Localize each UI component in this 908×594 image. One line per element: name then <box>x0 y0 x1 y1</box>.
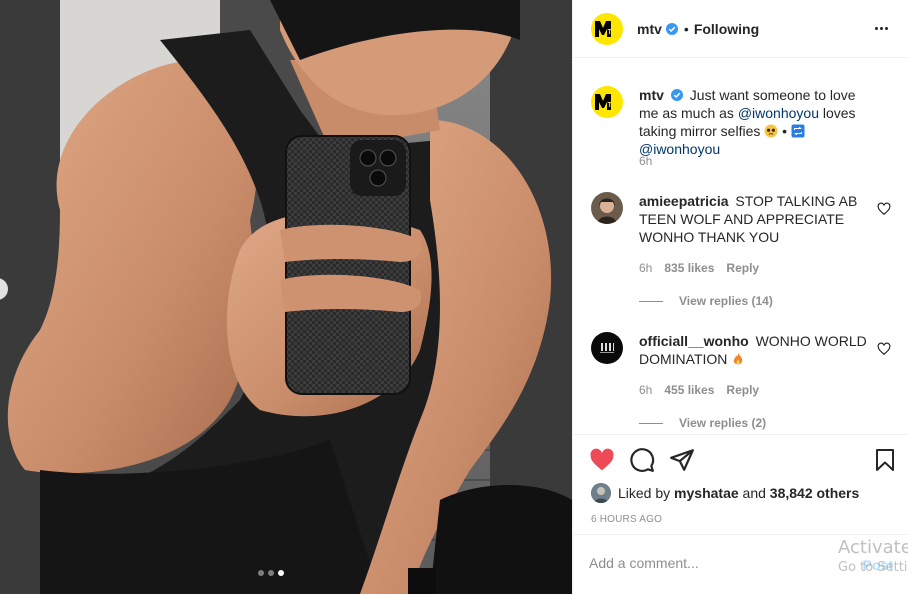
action-icons <box>589 447 695 473</box>
avatar-image <box>591 332 623 364</box>
repost-icon <box>791 124 805 138</box>
post-header: TV mtv • Following <box>573 0 908 58</box>
svg-text:TV: TV <box>608 102 617 109</box>
commenter-avatar[interactable] <box>591 192 623 224</box>
caption-bullet: • <box>782 123 788 139</box>
comment-likes-count[interactable]: 455 likes <box>664 383 714 397</box>
carousel-dot <box>268 570 274 576</box>
mtv-avatar[interactable]: TV <box>591 12 623 45</box>
following-button[interactable]: Following <box>694 21 759 37</box>
svg-text:TV: TV <box>608 29 617 36</box>
carousel-dot-active <box>278 570 284 576</box>
caption-text: mtv Just want someone to love me as much… <box>639 86 871 158</box>
paper-plane-icon[interactable] <box>669 447 695 473</box>
avatar-image <box>591 192 623 224</box>
comment-likes-count[interactable]: 835 likes <box>664 261 714 275</box>
carousel-dot <box>258 570 264 576</box>
watermark-line-2: Go to Setti <box>838 560 908 575</box>
commenter-avatar[interactable] <box>591 332 623 364</box>
replies-divider <box>639 422 663 424</box>
mtv-logo-icon: TV <box>595 20 617 37</box>
comment-meta: 6h 455 likes Reply <box>639 383 759 397</box>
view-replies-button[interactable]: View replies (14) <box>639 294 773 308</box>
caption-mention-link[interactable]: @iwonhoyou <box>738 105 819 121</box>
post-actions: Liked by myshatae and 38,842 others 6 HO… <box>573 434 908 534</box>
caption-avatar[interactable]: TV <box>591 86 623 118</box>
comment-username[interactable]: amieepatricia <box>639 193 729 209</box>
caption-meta: 6h <box>639 154 652 168</box>
liker-username[interactable]: myshatae <box>674 485 739 501</box>
caption-username[interactable]: mtv <box>639 87 664 103</box>
comment-text: officiall__wonho WONHO WORLD DOMINATION <box>639 332 871 368</box>
bookmark-icon <box>876 449 894 471</box>
caption-time[interactable]: 6h <box>639 154 652 168</box>
liker-avatar[interactable] <box>591 483 611 503</box>
more-options-icon[interactable] <box>875 20 891 36</box>
avatar-image <box>591 483 611 503</box>
likes-others-count[interactable]: 38,842 others <box>770 485 860 501</box>
replies-divider <box>639 300 663 302</box>
comment-time[interactable]: 6h <box>639 383 652 397</box>
likes-and: and <box>742 485 766 501</box>
header-separator: • <box>683 20 689 37</box>
comment-text: amieepatricia STOP TALKING AB TEEN WOLF … <box>639 192 871 246</box>
comment-username[interactable]: officiall__wonho <box>639 333 749 349</box>
post-timestamp[interactable]: 6 HOURS AGO <box>591 514 662 525</box>
post-author-username[interactable]: mtv <box>637 21 662 37</box>
likes-summary: Liked by myshatae and 38,842 others <box>591 483 859 503</box>
comment-meta: 6h 835 likes Reply <box>639 261 759 275</box>
view-replies-label: View replies (14) <box>679 294 773 308</box>
comments-list: TV mtv Just want someone to love me as m… <box>573 58 908 434</box>
mtv-logo-icon: TV <box>595 94 617 110</box>
post-photo <box>0 0 572 594</box>
comment-bubble-icon[interactable] <box>629 447 655 473</box>
mirror-selfie-image <box>0 0 572 594</box>
activate-windows-watermark: Activate Go to Setti <box>838 537 908 575</box>
post-side-panel: TV mtv • Following TV mtv Just want some… <box>572 0 908 594</box>
verified-badge-icon <box>670 89 683 101</box>
comment-reply-button[interactable]: Reply <box>726 383 759 397</box>
fire-emoji-icon <box>734 353 743 365</box>
view-replies-label: View replies (2) <box>679 416 767 430</box>
likes-prefix: Liked by <box>618 485 671 501</box>
add-comment-input[interactable] <box>589 555 819 571</box>
save-post-button[interactable] <box>873 447 897 473</box>
comment-like-heart-icon[interactable] <box>877 202 891 216</box>
carousel-indicator <box>258 570 284 576</box>
watermark-line-1: Activate <box>838 537 908 558</box>
heart-filled-icon[interactable] <box>589 447 615 473</box>
comment-reply-button[interactable]: Reply <box>726 261 759 275</box>
comment-like-heart-icon[interactable] <box>877 342 891 356</box>
verified-badge-icon <box>665 22 678 35</box>
comment-time[interactable]: 6h <box>639 261 652 275</box>
view-replies-button[interactable]: View replies (2) <box>639 416 766 430</box>
pleading-face-emoji-icon <box>764 124 778 138</box>
